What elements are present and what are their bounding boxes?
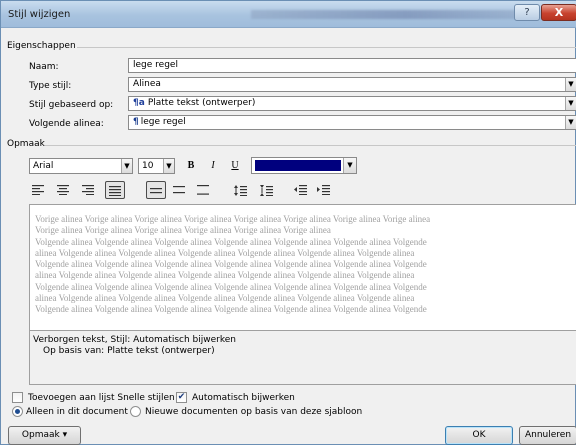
indent-icon xyxy=(317,185,330,195)
style-type-dropdown[interactable]: Alinea ▼ xyxy=(128,77,576,92)
spacing-before-icon xyxy=(234,185,247,196)
preview-line: Volgende alinea Volgende alinea Volgende… xyxy=(35,236,427,247)
font-dropdown[interactable]: Arial ▼ xyxy=(29,158,133,174)
paragraph-style-icon: ¶ xyxy=(133,117,139,127)
dialog-title: Stijl wijzigen xyxy=(8,9,71,20)
align-right-button[interactable] xyxy=(79,181,99,199)
format-group-label: Opmaak xyxy=(7,139,45,149)
align-left-button[interactable] xyxy=(29,181,49,199)
next-paragraph-value: lege regel xyxy=(140,117,186,127)
properties-group-label: Eigenschappen xyxy=(7,41,76,51)
outdent-icon xyxy=(294,185,307,195)
one-half-spacing-icon xyxy=(173,186,185,194)
only-this-document-label: Alleen in dit document xyxy=(26,407,128,417)
add-to-quick-styles-label: Toevoegen aan lijst Snelle stijlen xyxy=(28,393,175,403)
name-field[interactable]: lege regel xyxy=(128,58,576,73)
modify-style-dialog: Stijl wijzigen ? X Eigenschappen Naam: l… xyxy=(0,0,576,445)
one-half-spacing-button[interactable] xyxy=(170,181,190,199)
double-spacing-button[interactable] xyxy=(194,181,214,199)
chevron-down-icon[interactable]: ▼ xyxy=(565,116,576,129)
chevron-down-icon[interactable]: ▼ xyxy=(343,158,356,173)
style-type-value: Alinea xyxy=(133,79,161,89)
preview-line: Volgende alinea Volgende alinea Volgende… xyxy=(35,281,427,292)
single-spacing-icon xyxy=(150,188,162,194)
auto-update-checkbox[interactable]: ✔ xyxy=(176,392,187,403)
align-center-button[interactable] xyxy=(54,181,74,199)
chevron-down-icon[interactable]: ▼ xyxy=(565,97,576,110)
ok-button[interactable]: OK xyxy=(445,426,513,445)
style-type-label: Type stijl: xyxy=(29,81,72,91)
only-this-document-radio[interactable] xyxy=(12,406,23,417)
single-spacing-button[interactable] xyxy=(146,181,166,199)
properties-divider xyxy=(77,47,576,48)
cancel-button[interactable]: Annuleren xyxy=(519,426,576,445)
style-preview: Vorige alinea Vorige alinea Vorige aline… xyxy=(29,204,576,331)
format-menu-button[interactable]: Opmaak ▾ xyxy=(8,426,81,445)
new-documents-radio[interactable] xyxy=(130,406,141,417)
preview-text: Vorige alinea Vorige alinea Vorige aline… xyxy=(35,214,555,316)
double-spacing-icon xyxy=(197,185,209,195)
bold-button[interactable]: B xyxy=(182,158,200,174)
next-paragraph-dropdown[interactable]: ¶ lege regel ▼ xyxy=(128,115,576,130)
decrease-indent-button[interactable] xyxy=(291,181,311,199)
spacing-after-icon xyxy=(260,185,273,196)
preview-line: Vorige alinea Vorige alinea Vorige aline… xyxy=(35,225,331,236)
chevron-down-icon[interactable]: ▼ xyxy=(565,78,576,91)
increase-spacing-button[interactable] xyxy=(231,181,251,199)
increase-indent-button[interactable] xyxy=(314,181,334,199)
font-value: Arial xyxy=(33,161,54,171)
font-size-dropdown[interactable]: 10 ▼ xyxy=(138,158,175,174)
preview-line: Vorige alinea Vorige alinea Vorige aline… xyxy=(35,214,431,224)
new-documents-label: Nieuwe documenten op basis van deze sjab… xyxy=(145,407,363,417)
chevron-down-icon[interactable]: ▼ xyxy=(163,159,174,173)
justify-button[interactable] xyxy=(105,181,125,199)
preview-line: Volgende alinea Volgende alinea Volgende… xyxy=(35,259,427,270)
align-center-icon xyxy=(57,185,69,195)
description-line: Verborgen tekst, Stijl: Automatisch bijw… xyxy=(33,335,236,345)
format-divider xyxy=(45,145,576,146)
based-on-dropdown[interactable]: ¶a Platte tekst (ontwerper) ▼ xyxy=(128,96,576,111)
underline-button[interactable]: U xyxy=(226,158,244,174)
title-bar[interactable]: Stijl wijzigen ? X xyxy=(1,1,576,28)
next-paragraph-label: Volgende alinea: xyxy=(29,119,104,129)
close-button[interactable]: X xyxy=(541,4,576,21)
align-left-icon xyxy=(32,185,44,195)
description-line: Op basis van: Platte tekst (ontwerper) xyxy=(43,346,215,356)
help-button[interactable]: ? xyxy=(514,4,540,21)
decrease-spacing-button[interactable] xyxy=(257,181,277,199)
based-on-label: Stijl gebaseerd op: xyxy=(29,100,114,110)
font-size-value: 10 xyxy=(142,161,154,171)
align-right-icon xyxy=(82,185,94,195)
font-color-swatch xyxy=(255,160,341,171)
preview-line: alinea Volgende alinea Volgende alinea V… xyxy=(35,247,415,258)
name-value: lege regel xyxy=(133,60,178,70)
italic-button[interactable]: I xyxy=(204,158,222,174)
based-on-value: Platte tekst (ontwerper) xyxy=(147,98,256,108)
linked-style-icon: ¶a xyxy=(133,98,145,108)
preview-line: alinea Volgende alinea Volgende alinea V… xyxy=(35,270,415,281)
justify-icon xyxy=(109,186,121,196)
preview-line: Volgende alinea Volgende alinea Volgende… xyxy=(35,304,427,315)
font-color-picker[interactable]: ▼ xyxy=(251,157,357,174)
add-to-quick-styles-checkbox[interactable] xyxy=(12,392,23,403)
chevron-down-icon[interactable]: ▼ xyxy=(121,159,132,173)
style-description: Verborgen tekst, Stijl: Automatisch bijw… xyxy=(29,331,576,385)
preview-line: alinea Volgende alinea Volgende alinea V… xyxy=(35,293,415,304)
auto-update-label: Automatisch bijwerken xyxy=(192,393,295,403)
name-label: Naam: xyxy=(29,62,59,72)
